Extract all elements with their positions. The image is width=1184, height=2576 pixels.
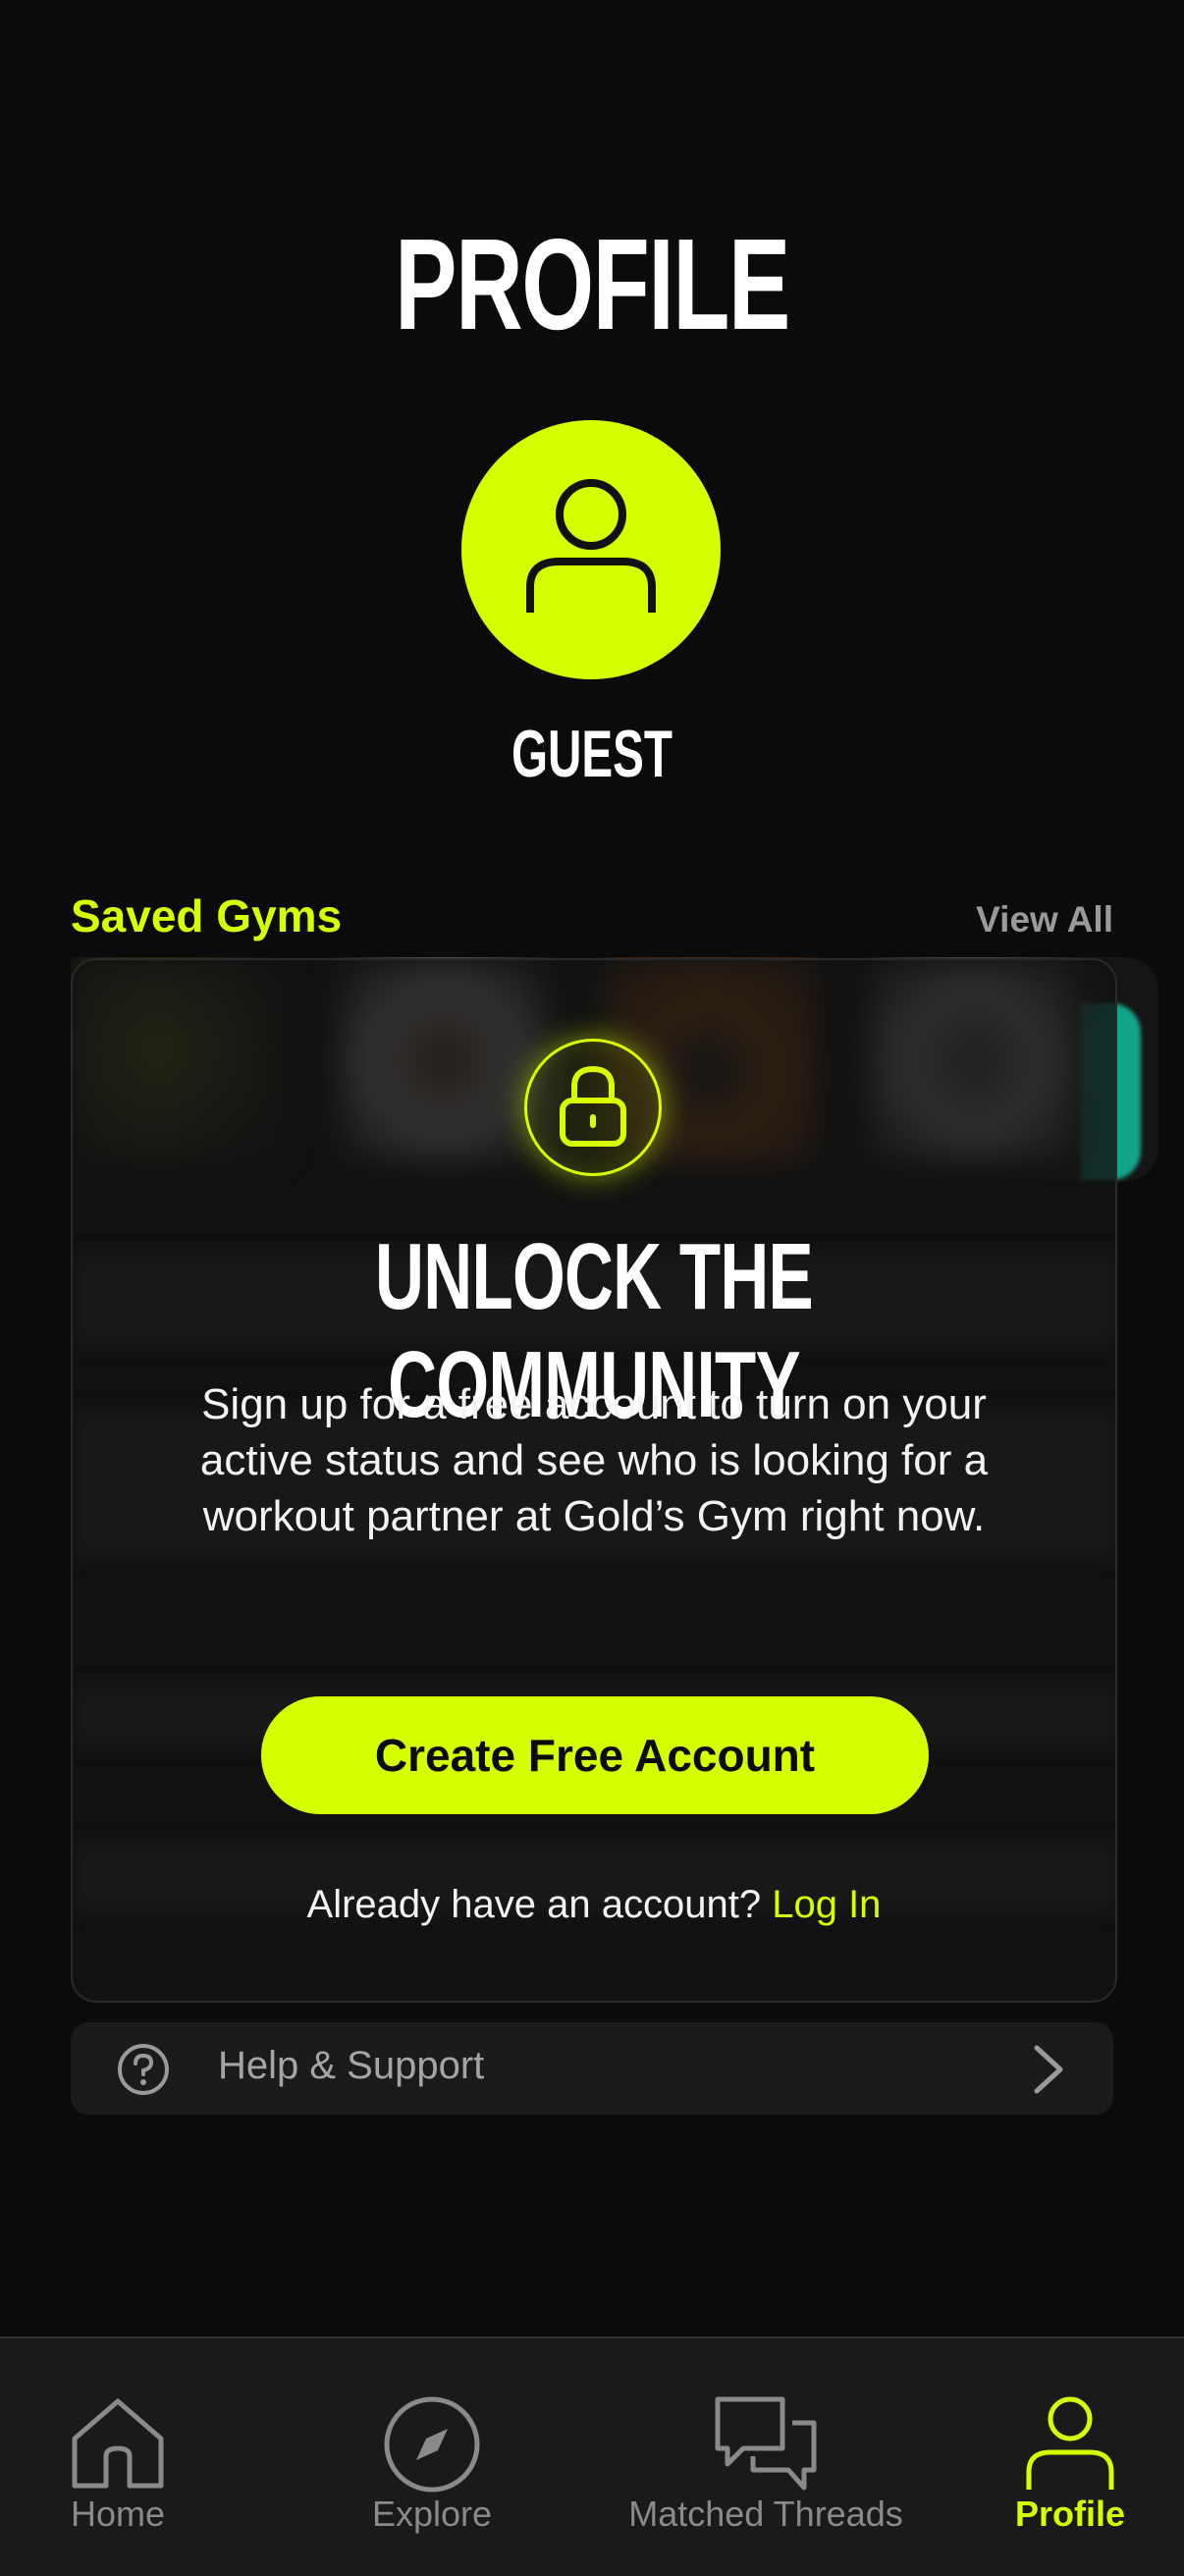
chevron-right-icon <box>1034 2045 1063 2094</box>
tab-label: Profile <box>1014 2494 1126 2534</box>
unlock-description: Sign up for a free account to turn on yo… <box>199 1380 989 1540</box>
login-prompt: Already have an account? Log In <box>73 1883 1115 1927</box>
unlock-community-card: UNLOCK THE COMMUNITY Sign up for a free … <box>71 958 1117 2003</box>
saved-gyms-heading: Saved Gyms <box>71 890 343 941</box>
help-support-row[interactable]: Help & Support <box>71 2022 1113 2115</box>
avatar <box>461 420 721 679</box>
tab-profile[interactable]: Profile <box>967 2338 1173 2576</box>
page-title: PROFILE <box>395 212 790 356</box>
tab-label: Explore <box>371 2494 493 2534</box>
lock-icon <box>560 1065 626 1147</box>
help-support-label: Help & Support <box>218 2044 485 2087</box>
tab-label: Home <box>70 2494 166 2534</box>
person-icon <box>526 479 656 613</box>
tab-matched-threads[interactable]: Matched Threads <box>609 2338 923 2576</box>
compass-icon <box>384 2396 480 2493</box>
tab-home[interactable]: Home <box>20 2338 216 2576</box>
login-prompt-text: Already have an account? <box>306 1883 762 1926</box>
chat-bubbles-icon <box>715 2396 817 2491</box>
question-circle-icon <box>118 2044 169 2095</box>
view-all-link[interactable]: View All <box>976 899 1113 940</box>
home-icon <box>72 2398 164 2489</box>
bottom-tab-bar: Home Explore Matched Threads Profile <box>0 2336 1184 2576</box>
lock-badge <box>524 1039 662 1176</box>
create-account-button[interactable]: Create Free Account <box>261 1696 929 1814</box>
profile-name: GUEST <box>511 717 673 791</box>
tab-label: Matched Threads <box>628 2494 903 2534</box>
person-icon <box>1026 2396 1114 2490</box>
tab-explore[interactable]: Explore <box>334 2338 530 2576</box>
login-link[interactable]: Log In <box>772 1883 881 1926</box>
